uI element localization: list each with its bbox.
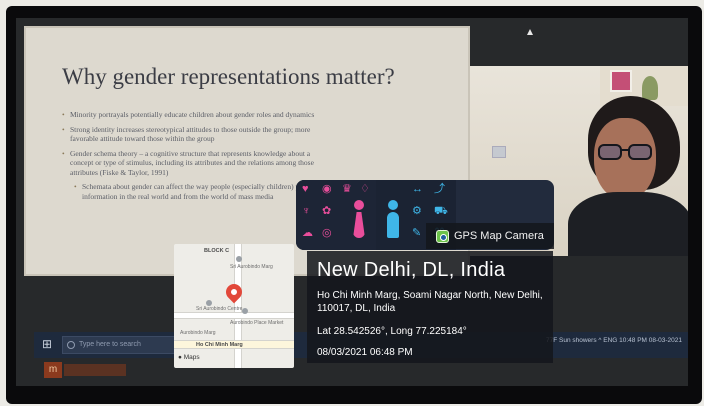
gps-app-name: GPS Map Camera [454,230,544,242]
map-label: Sri Aurobindo Marg [230,264,273,270]
slide-bullet: Minority portrayals potentially educate … [62,110,332,120]
crown-icon: ♛ [342,183,352,195]
map-label: Sri Aurobindo Centre [196,306,243,312]
search-placeholder: Type here to search [79,341,141,348]
geotag-coordinates: Lat 28.542526°, Long 77.225184° [317,326,467,337]
male-figure-head [388,200,398,210]
mouse-cursor-icon [527,29,533,35]
wall-switch [492,146,506,158]
female-figure-head [354,200,364,210]
gear-icon: ⚙ [412,205,422,217]
map-label: BLOCK C [204,248,230,254]
male-figure-icon [387,212,399,238]
webcam-app-strip [64,364,126,376]
flower-icon: ✿ [322,205,332,217]
eye-icon: ◉ [322,183,332,195]
lipstick-icon: ♢ [360,183,370,195]
poi-icon [236,256,242,262]
geotag-address: Ho Chi Minh Marg, Soami Nagar North, New… [317,290,543,314]
geotag-datetime: 08/03/2021 06:48 PM [317,347,413,358]
slide-title: Why gender representations matter? [62,64,395,89]
glasses-icon [598,144,656,162]
gps-app-badge: GPS Map Camera [426,223,554,249]
slide-bullets: Minority portrayals potentially educate … [62,110,332,206]
location-map-thumbnail[interactable]: BLOCK C Sri Aurobindo Marg Sri Aurobindo… [174,244,294,368]
arrows-icon: ↔ [412,183,423,195]
map-road-label: Ho Chi Minh Marg [196,342,243,348]
map-label: Aurobindo Marg [180,330,216,336]
heart-icon: ♥ [302,183,309,195]
webcam-app-logo-icon: m [44,362,62,378]
presenter-body [568,192,688,256]
search-icon [67,341,75,349]
background-plant [642,76,658,100]
slide-bullet: Gender schema theory – a cognitive struc… [62,149,332,178]
chart-icon: ⤴ [434,183,445,195]
apple-logo-icon: ● [178,354,182,361]
poi-icon [242,308,248,314]
car-icon: ⛟ [434,205,448,217]
female-figure-icon [353,212,365,238]
background-picture-frame [610,70,632,92]
windows-start-icon[interactable]: ⊞ [42,338,55,351]
gps-geotag-overlay: New Delhi, DL, India Ho Chi Minh Marg, S… [307,251,553,363]
gps-camera-icon [436,230,449,243]
cocktail-icon: ♆ [302,205,311,217]
ring-icon: ◎ [322,227,332,239]
cloud-icon: ☁ [302,227,313,239]
map-road [174,312,294,319]
wrench-icon: ✎ [412,227,422,239]
geotag-city: New Delhi, DL, India [317,259,506,281]
slide-bullet: Strong identity increases stereotypical … [62,125,332,144]
taskbar-search-input[interactable]: Type here to search [62,336,188,354]
female-icons-panel: ♥ ◉ ♛ ♢ ♆ ✿ ☁ ◎ [296,180,376,250]
map-label: Aurobindo Place Market [230,320,284,326]
slide-sub-bullet: Schemata about gender can affect the way… [74,182,332,201]
system-tray[interactable]: 77F Sun showers ^ ENG 10:48 PM 08-03-202… [546,337,682,344]
maps-brand: ● Maps [178,354,200,361]
